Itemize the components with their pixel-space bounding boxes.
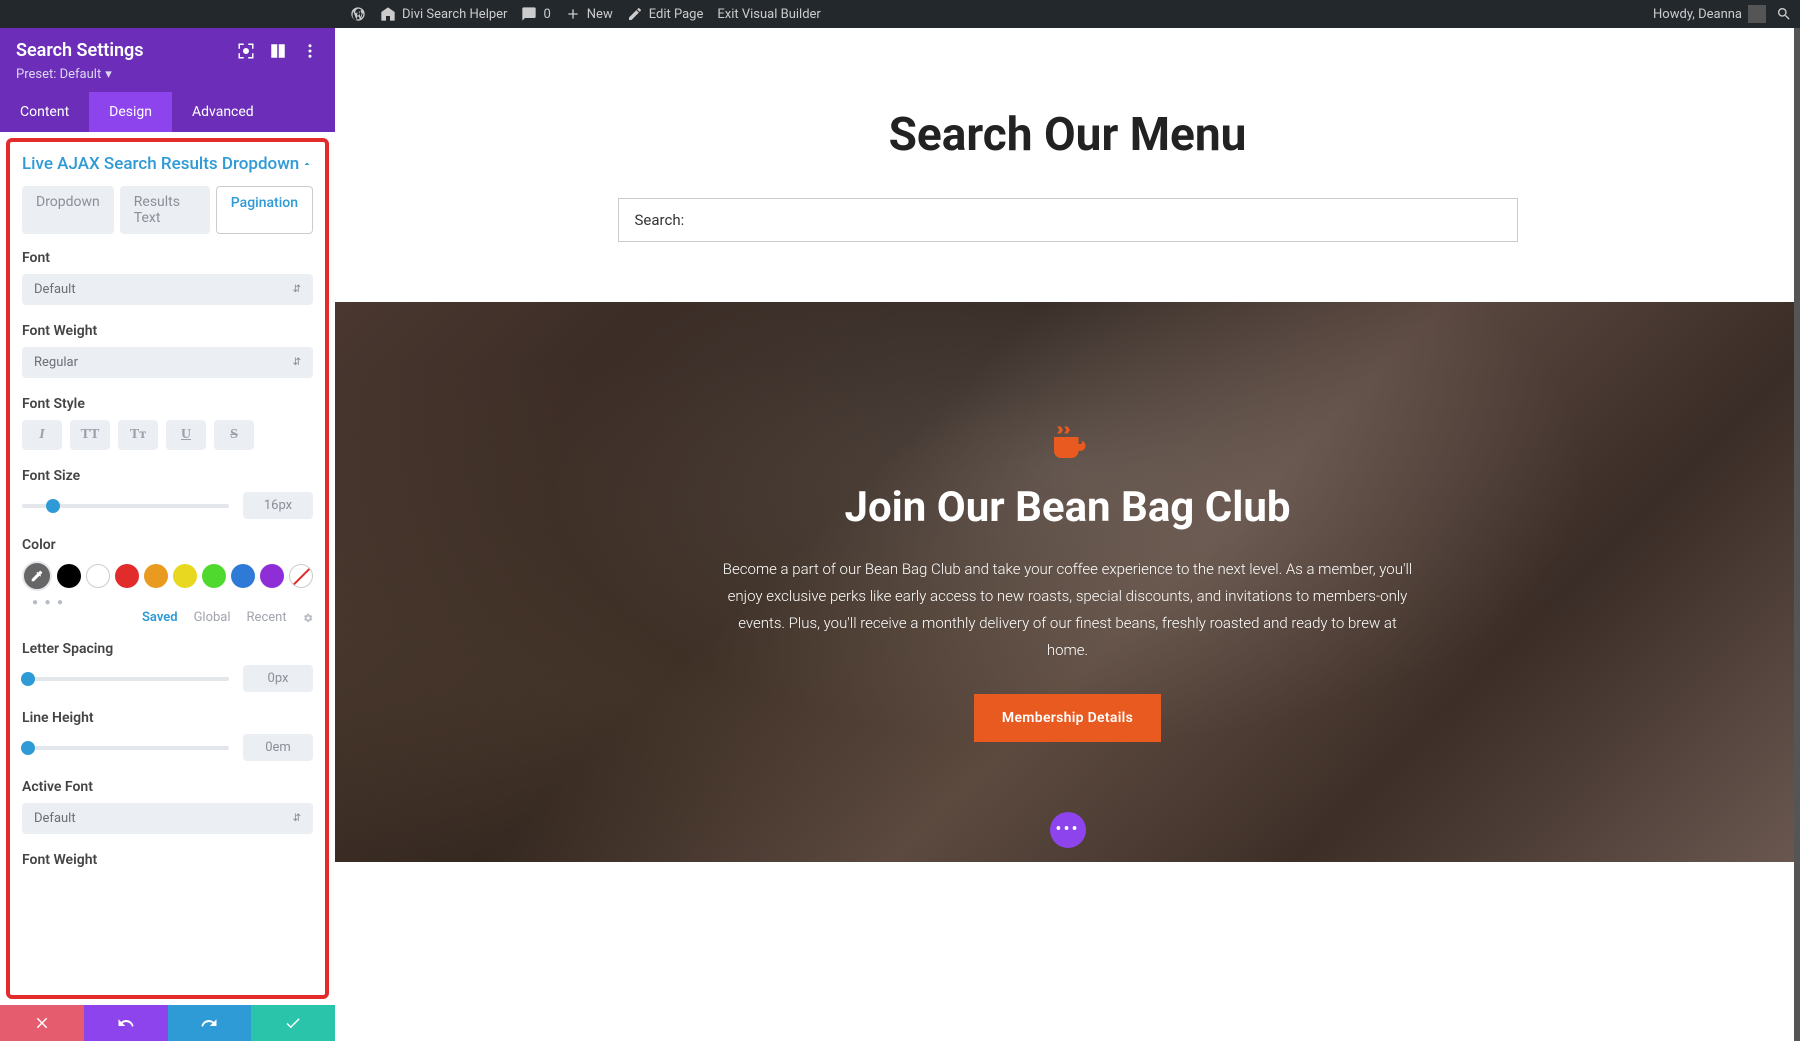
columns-icon[interactable] (269, 42, 287, 60)
swatch-none[interactable] (289, 564, 313, 588)
swatch-red[interactable] (115, 564, 139, 588)
more-icon[interactable] (301, 42, 319, 60)
palette-tabs: Saved Global Recent (22, 610, 313, 625)
comments-link[interactable]: 0 (521, 6, 550, 22)
wp-logo-icon[interactable] (350, 6, 366, 22)
select-caret-icon: ⇵ (293, 284, 301, 295)
cancel-button[interactable] (0, 1005, 84, 1041)
label-font-weight-2: Font Weight (22, 852, 313, 868)
sidebar-body-highlighted: Live AJAX Search Results Dropdown Dropdo… (6, 138, 329, 999)
settings-sidebar: Search Settings Preset: Default▾ Content… (0, 28, 335, 1041)
select-caret-icon: ⇵ (293, 813, 301, 824)
style-strike-button[interactable]: S (214, 420, 254, 450)
search-section: Search Our Menu Search: (335, 28, 1800, 302)
scrollbar[interactable] (1794, 28, 1800, 1041)
select-caret-icon: ⇵ (293, 357, 301, 368)
membership-details-button[interactable]: Membership Details (974, 694, 1161, 742)
input-font-size[interactable]: 16px (243, 492, 313, 519)
slider-font-size[interactable] (22, 504, 229, 508)
chevron-down-icon: ▾ (105, 67, 112, 82)
palette-tab-global[interactable]: Global (194, 610, 231, 625)
palette-tab-recent[interactable]: Recent (247, 610, 287, 625)
palette-tab-saved[interactable]: Saved (142, 610, 178, 625)
label-font-weight: Font Weight (22, 323, 313, 339)
edit-page-label: Edit Page (649, 7, 704, 22)
swatch-green[interactable] (202, 564, 226, 588)
label-active-font: Active Font (22, 779, 313, 795)
label-font-style: Font Style (22, 396, 313, 412)
sidebar-title: Search Settings (16, 40, 223, 61)
search-icon[interactable] (1776, 6, 1792, 22)
exit-visual-builder-link[interactable]: Exit Visual Builder (717, 7, 820, 22)
font-style-buttons: I TT Tᴛ U S (22, 420, 313, 450)
preset-selector[interactable]: Preset: Default▾ (16, 67, 319, 82)
save-button[interactable] (251, 1005, 335, 1041)
new-link[interactable]: New (565, 6, 613, 22)
howdy-user-link[interactable]: Howdy, Deanna (1653, 5, 1766, 23)
tab-advanced[interactable]: Advanced (172, 92, 274, 132)
hero2-title: Join Our Bean Bag Club (845, 483, 1291, 532)
input-letter-spacing[interactable]: 0px (243, 665, 313, 692)
swatch-blue[interactable] (231, 564, 255, 588)
label-letter-spacing: Letter Spacing (22, 641, 313, 657)
input-line-height[interactable]: 0em (243, 734, 313, 761)
bean-bag-section: Join Our Bean Bag Club Become a part of … (335, 302, 1800, 862)
tab-design[interactable]: Design (89, 92, 172, 132)
sidebar-header: Search Settings Preset: Default▾ (0, 28, 335, 92)
page-preview: Search Our Menu Search: Join Our Bean Ba… (335, 28, 1800, 1041)
gear-icon[interactable] (303, 611, 313, 625)
tab-content[interactable]: Content (0, 92, 89, 132)
style-italic-button[interactable]: I (22, 420, 62, 450)
style-uppercase-button[interactable]: TT (70, 420, 110, 450)
label-color: Color (22, 537, 313, 553)
select-active-font[interactable]: Default⇵ (22, 803, 313, 834)
chevron-up-icon (301, 158, 313, 170)
slider-line-height[interactable] (22, 746, 229, 750)
subtab-pagination[interactable]: Pagination (216, 186, 313, 234)
swatch-orange[interactable] (144, 564, 168, 588)
redo-button[interactable] (168, 1005, 252, 1041)
subtab-results-text[interactable]: Results Text (120, 186, 210, 234)
subtab-dropdown[interactable]: Dropdown (22, 186, 114, 234)
swatch-yellow[interactable] (173, 564, 197, 588)
hero2-body: Become a part of our Bean Bag Club and t… (718, 556, 1418, 664)
hero1-title: Search Our Menu (375, 108, 1760, 162)
avatar (1748, 5, 1766, 23)
comments-count: 0 (543, 7, 550, 22)
color-picker-button[interactable] (22, 561, 52, 591)
sidebar-tabs: Content Design Advanced (0, 92, 335, 132)
style-smallcaps-button[interactable]: Tᴛ (118, 420, 158, 450)
edit-page-link[interactable]: Edit Page (627, 6, 704, 22)
subtabs: Dropdown Results Text Pagination (22, 186, 313, 234)
style-underline-button[interactable]: U (166, 420, 206, 450)
builder-fab-button[interactable]: ••• (1050, 812, 1086, 848)
wp-admin-bar: Divi Search Helper 0 New Edit Page Exit … (0, 0, 1800, 28)
palette-more-icon[interactable]: ● ● ● (32, 597, 313, 608)
site-name-text: Divi Search Helper (402, 7, 507, 22)
coffee-cup-icon (1047, 423, 1089, 465)
label-font-size: Font Size (22, 468, 313, 484)
swatch-white[interactable] (86, 564, 110, 588)
target-icon[interactable] (237, 42, 255, 60)
section-title[interactable]: Live AJAX Search Results Dropdown (22, 154, 313, 174)
swatch-black[interactable] (57, 564, 81, 588)
site-name-link[interactable]: Divi Search Helper (380, 6, 507, 22)
new-label: New (587, 7, 613, 22)
slider-letter-spacing[interactable] (22, 677, 229, 681)
select-font-weight[interactable]: Regular⇵ (22, 347, 313, 378)
label-font: Font (22, 250, 313, 266)
select-font[interactable]: Default⇵ (22, 274, 313, 305)
label-line-height: Line Height (22, 710, 313, 726)
undo-button[interactable] (84, 1005, 168, 1041)
color-swatch-row (22, 561, 313, 591)
swatch-purple[interactable] (260, 564, 284, 588)
sidebar-footer (0, 1005, 335, 1041)
search-input[interactable]: Search: (618, 198, 1518, 242)
